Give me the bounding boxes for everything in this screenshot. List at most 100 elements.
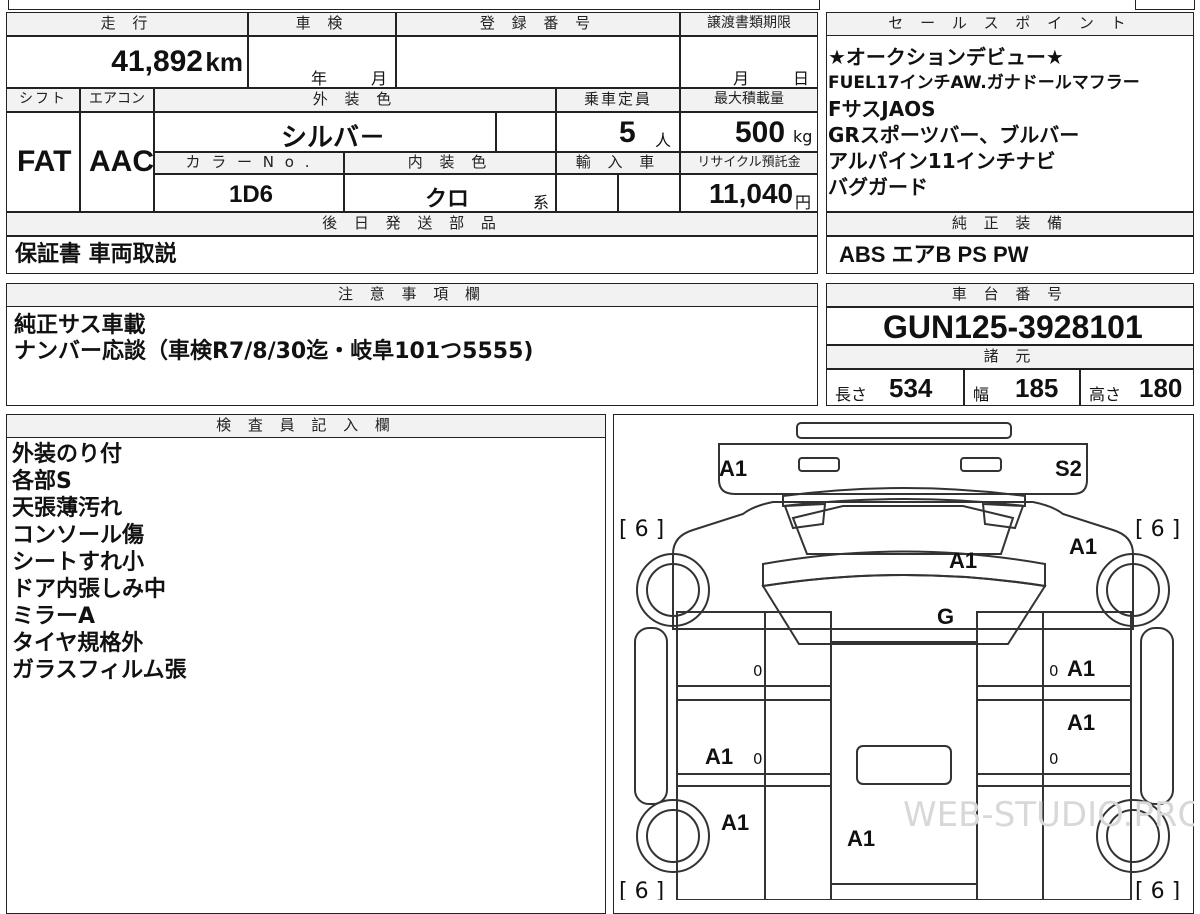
genuine-equipment-header: 純 正 装 備 [826,212,1194,236]
max-load-unit: kg [793,127,813,146]
damage-mark-hood: A1 [847,826,875,851]
exterior-color-extra-cell [496,112,556,152]
interior-color-value: クロ [425,187,470,212]
import-cell-1 [556,174,618,212]
watermark: WEB-STUDIO.PRO [903,795,1194,835]
recycle-deposit-unit: 円 [795,193,812,212]
capacity-cell: 5 人 [556,112,680,152]
damage-mark-rear-gate-right: S2 [1055,456,1082,481]
zero-mark: 0 [1049,662,1059,680]
chassis-number-value: GUN125-3928101 [883,309,1143,345]
inspector-header: 検 査 員 記 入 欄 [6,414,606,438]
length-value: 534 [889,373,933,403]
transfer-deadline-cell: 月 日 [680,36,818,88]
inspection-cell: 年 月 [248,36,396,88]
damage-mark-roof-glass: G [937,604,954,629]
dimensions-header: 諸 元 [826,345,1194,369]
mileage-value: 41,892 [111,45,203,78]
note-line: ナンバー応談（車検R7/8/30迄・岐阜101つ5555) [14,339,534,364]
sales-points-list: ★オークションデビュー★ FUEL17インチAW.ガナドールマフラー FサスJA… [828,44,1192,200]
exterior-color-value: シルバ－ [281,123,386,152]
tire-code-rear-right: [ 6 ] [1135,517,1180,542]
max-load-cell: 500 kg [680,112,818,152]
damage-mark-rear-gate-left: A1 [719,456,747,481]
later-parts-cell: 保証書 車両取説 [6,236,818,274]
max-load-value: 500 [735,116,786,149]
width-value: 185 [1015,373,1059,403]
inspection-year-unit: 年 [311,69,328,88]
inspector-line: ドア内張しみ中 [12,577,167,602]
inspector-line: コンソール傷 [12,523,145,548]
shift-value: FAT [17,145,72,178]
inspection-month-unit: 月 [371,69,388,88]
genuine-equipment-cell: ABS エアB PS PW [826,236,1194,274]
inspector-line: 天張薄汚れ [12,496,123,521]
height-cell: 高さ 180 [1080,369,1194,406]
inspection-header: 車 検 [248,12,396,36]
sales-point-line: アルパイン11インチナビ [828,149,1056,173]
length-label: 長さ [835,385,868,404]
zero-mark: 0 [753,750,763,768]
transfer-deadline-header: 譲渡書類期限 [680,12,818,36]
recycle-deposit-cell: 11,040 円 [680,174,818,212]
shift-cell: FAT [6,112,80,212]
car-diagram-labels: WEB-STUDIO.PRO [ 6 ] [ 6 ] [ 6 ] [ 6 ] A… [619,456,1194,900]
sales-point-line: FサスJAOS [828,97,936,121]
mileage-header: 走 行 [6,12,248,36]
later-parts-header: 後 日 発 送 部 品 [6,212,818,236]
capacity-unit: 人 [655,131,672,150]
tire-code-front-right: [ 6 ] [1135,879,1180,900]
width-label: 幅 [973,385,990,404]
zero-mark: 0 [753,662,763,680]
damage-mark-left-front-door: A1 [705,744,733,769]
zero-mark: 0 [1049,750,1059,768]
exterior-color-cell: シルバ－ [154,112,496,152]
transfer-month-unit: 月 [733,69,750,88]
import-cell-2 [618,174,680,212]
damage-mark-rear-right-fender: A1 [1069,534,1097,559]
notes-header: 注 意 事 項 欄 [6,283,818,307]
inspector-line: ガラスフィルム張 [12,658,187,683]
aircon-value: AAC [89,145,154,178]
top-partial-row-right [1135,0,1195,10]
damage-mark-roof-rear: A1 [949,548,977,573]
capacity-value: 5 [619,116,636,149]
inspector-line: タイヤ規格外 [12,631,144,656]
interior-color-cell: クロ 系 [344,174,556,212]
length-cell: 長さ 534 [826,369,964,406]
sales-point-line: GRスポーツバー、ブルバー [828,123,1080,147]
color-no-header: カ ラ ー N o . [154,152,344,174]
height-label: 高さ [1089,385,1122,404]
height-value: 180 [1139,373,1183,403]
tire-code-rear-left: [ 6 ] [619,517,664,542]
tire-code-front-left: [ 6 ] [619,879,664,900]
mileage-cell: 41,892 km [6,36,248,88]
sales-point-line: ★オークションデビュー★ [828,45,1064,69]
capacity-header: 乗車定員 [556,88,680,112]
recycle-deposit-header: リサイクル預託金 [680,152,818,174]
damage-mark-left-front-fender: A1 [721,810,749,835]
interior-color-unit: 系 [533,193,550,212]
aircon-header: エアコン [80,88,154,112]
notes-list: 純正サス車載 ナンバー応談（車検R7/8/30迄・岐阜101つ5555) [14,313,533,365]
damage-mark-right-rear-door: A1 [1067,656,1095,681]
inspector-line: シートすれ小 [12,550,145,575]
damage-mark-right-front-door: A1 [1067,710,1095,735]
interior-color-header: 内 装 色 [344,152,556,174]
registration-cell [396,36,680,88]
registration-header: 登 録 番 号 [396,12,680,36]
chassis-number-cell: GUN125-3928101 [826,307,1194,345]
exterior-color-header: 外 装 色 [154,88,556,112]
mileage-unit: km [205,47,243,77]
inspector-line: 各部S [12,469,72,494]
chassis-number-header: 車 台 番 号 [826,283,1194,307]
later-parts-value: 保証書 車両取説 [15,242,177,267]
sales-point-line: FUEL17インチAW.ガナドールマフラー [828,73,1140,93]
sales-point-line: バグガード [828,175,928,199]
inspector-line: 外装のり付 [12,442,123,467]
inspector-list: 外装のり付 各部S 天張薄汚れ コンソール傷 シートすれ小 ドア内張しみ中 ミラ… [12,441,187,684]
aircon-cell: AAC [80,112,154,212]
import-header: 輸 入 車 [556,152,680,174]
transfer-day-unit: 日 [793,69,810,88]
inspector-line: ミラーA [12,604,96,629]
